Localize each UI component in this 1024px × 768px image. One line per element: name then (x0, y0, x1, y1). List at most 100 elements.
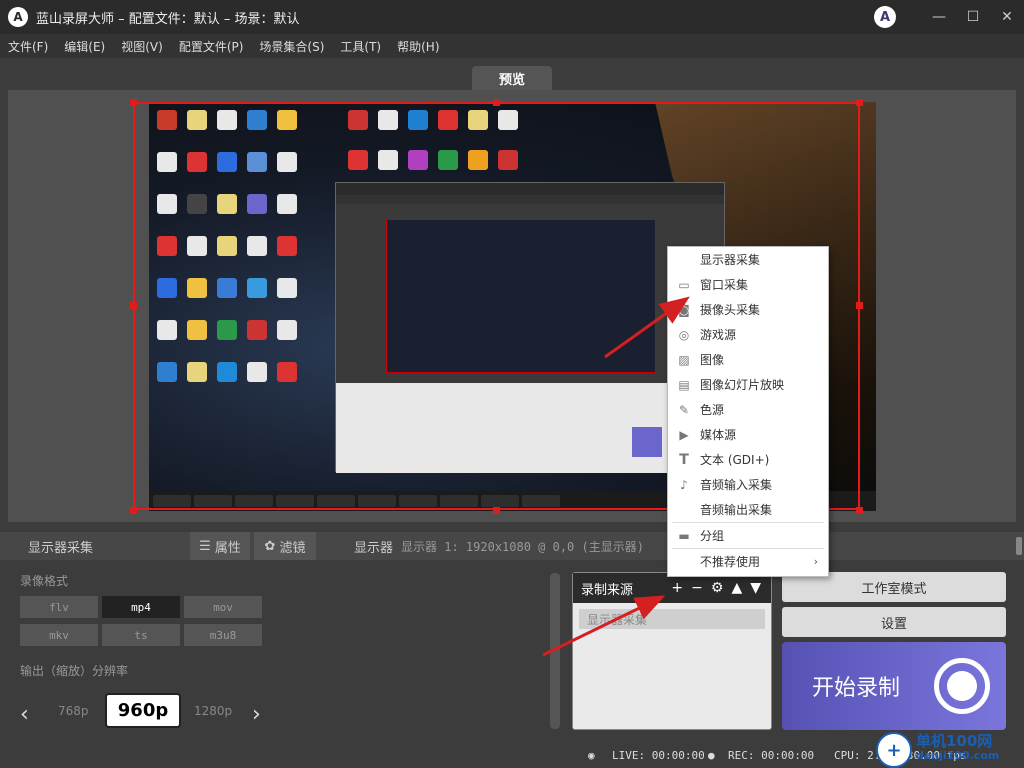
menu-edit[interactable]: 编辑(E) (56, 38, 113, 55)
resize-handle-top-left[interactable] (130, 99, 137, 106)
resolution-option-768p[interactable]: 768p (58, 704, 89, 718)
menu-item-label: 分组 (700, 529, 725, 543)
resolution-option-1280p[interactable]: 1280p (194, 704, 232, 718)
menu-item-media-source[interactable]: ▶ 媒体源 (668, 422, 828, 447)
minimize-button[interactable]: — (922, 0, 956, 34)
resize-handle-bottom[interactable] (493, 507, 500, 514)
properties-tab[interactable]: ☰ 属性 (190, 532, 250, 560)
menu-item-color-source[interactable]: ✎ 色源 (668, 397, 828, 422)
site-watermark: + 单机100网 danji100.com (872, 728, 1024, 768)
menu-view[interactable]: 视图(V) (113, 38, 171, 55)
menu-item-label: 图像 (700, 353, 725, 367)
remove-source-icon[interactable]: − (691, 580, 703, 596)
slideshow-icon: ▤ (678, 377, 690, 392)
start-recording-label: 开始录制 (812, 676, 901, 701)
blank-icon (676, 554, 692, 570)
resize-handle-bottom-left[interactable] (130, 507, 137, 514)
blank-icon (676, 252, 692, 268)
move-up-icon[interactable]: ▲ (731, 580, 742, 596)
window-icon: ▭ (678, 277, 690, 292)
format-flv-button[interactable]: flv (20, 596, 98, 618)
menu-item-label: 音频输出采集 (700, 503, 773, 517)
sources-header: 录制来源 + − ⚙ ▲ ▼ (573, 573, 771, 603)
menu-item-audio-output[interactable]: 音频输出采集 (668, 497, 828, 522)
resize-handle-top[interactable] (493, 99, 500, 106)
menu-item-label: 显示器采集 (700, 253, 761, 267)
menu-item-text-gdi[interactable]: T 文本 (GDI+) (668, 447, 828, 472)
menu-item-label: 媒体源 (700, 428, 737, 442)
blank-icon (676, 502, 692, 518)
menu-item-label: 游戏源 (700, 328, 737, 342)
menu-item-image-slideshow[interactable]: ▤ 图像幻灯片放映 (668, 372, 828, 397)
folder-icon: ▬ (678, 528, 690, 543)
settings-button[interactable]: 设置 (782, 607, 1006, 637)
chevron-right-icon[interactable]: › (252, 702, 261, 727)
gamepad-icon: ◎ (678, 327, 690, 342)
menu-item-audio-input[interactable]: ♪ 音频输入采集 (668, 472, 828, 497)
close-button[interactable]: ✕ (990, 0, 1024, 34)
gear-icon[interactable]: ⚙ (711, 580, 724, 596)
live-timer: LIVE: 00:00:00 (612, 749, 705, 762)
menu-item-game-source[interactable]: ◎ 游戏源 (668, 322, 828, 347)
add-source-context-menu: 显示器采集 ▭ 窗口采集 ◙ 摄像头采集 ◎ 游戏源 ▨ 图像 ▤ 图像幻灯片放… (667, 246, 829, 577)
resize-handle-left[interactable] (130, 302, 137, 309)
menu-item-label: 图像幻灯片放映 (700, 378, 785, 392)
watermark-text: 单机100网 (916, 732, 993, 750)
menu-item-camera-capture[interactable]: ◙ 摄像头采集 (668, 297, 828, 322)
menu-scene-collection[interactable]: 场景集合(S) (251, 38, 332, 55)
start-recording-button[interactable]: 开始录制 (782, 642, 1006, 730)
format-mkv-button[interactable]: mkv (20, 624, 98, 646)
resolution-label: 输出（缩放）分辨率 (20, 664, 129, 678)
watermark-url: danji100.com (916, 749, 1000, 762)
rec-dot-icon: ● (708, 749, 715, 762)
menu-profile[interactable]: 配置文件(P) (171, 38, 252, 55)
properties-label: 属性 (214, 540, 241, 556)
record-circle-icon (934, 658, 990, 714)
menu-tools[interactable]: 工具(T) (332, 38, 389, 55)
menu-item-label: 音频输入采集 (700, 478, 773, 492)
menu-bar: 文件(F) 编辑(E) 视图(V) 配置文件(P) 场景集合(S) 工具(T) … (0, 34, 1024, 58)
move-down-icon[interactable]: ▼ (750, 580, 761, 596)
maximize-button[interactable]: ☐ (956, 0, 990, 34)
add-source-icon[interactable]: + (671, 580, 683, 596)
filter-icon: ✿ (264, 538, 276, 554)
camera-icon: ◙ (678, 302, 690, 317)
chevron-left-icon[interactable]: ‹ (20, 702, 29, 727)
menu-item-deprecated[interactable]: 不推荐使用 › (668, 549, 828, 574)
record-format-label: 录像格式 (20, 574, 69, 588)
format-ts-button[interactable]: ts (102, 624, 180, 646)
menu-item-window-capture[interactable]: ▭ 窗口采集 (668, 272, 828, 297)
source-control-row: 显示器采集 ☰ 属性 ✿ 滤镜 显示器 显示器 1: 1920x1080 @ 0… (0, 532, 1024, 560)
sliders-icon: ☰ (199, 538, 211, 554)
window-title: 蓝山录屏大师 – 配置文件：默认 – 场景：默认 (36, 11, 300, 27)
sources-title: 录制来源 (581, 582, 634, 598)
menu-item-label: 窗口采集 (700, 278, 749, 292)
menu-item-label: 文本 (GDI+) (700, 453, 770, 467)
microphone-icon: ♪ (680, 477, 688, 492)
menu-item-display-capture[interactable]: 显示器采集 (668, 247, 828, 272)
format-mp4-button[interactable]: mp4 (102, 596, 180, 618)
source-list-item[interactable]: 显示器采集 (579, 609, 765, 629)
menu-item-image[interactable]: ▨ 图像 (668, 347, 828, 372)
menu-help[interactable]: 帮助(H) (389, 38, 447, 55)
format-mov-button[interactable]: mov (184, 596, 262, 618)
resolution-selected[interactable]: 960p (105, 693, 181, 728)
menu-file[interactable]: 文件(F) (0, 38, 56, 55)
filters-tab[interactable]: ✿ 滤镜 (254, 532, 316, 560)
preview-tab[interactable]: 预览 (472, 66, 552, 90)
display-select[interactable]: 显示器 1: 1920x1080 @ 0,0 (主显示器) (401, 538, 644, 555)
play-icon: ▶ (679, 427, 689, 442)
row-scroll-handle[interactable] (1016, 537, 1022, 555)
resize-handle-bottom-right[interactable] (856, 507, 863, 514)
brand-icon[interactable]: A (874, 6, 896, 28)
rec-timer: REC: 00:00:00 (728, 749, 815, 762)
menu-item-group[interactable]: ▬ 分组 (668, 523, 828, 548)
text-icon: T (679, 451, 689, 468)
panel-scrollbar[interactable] (550, 573, 560, 729)
menu-item-label: 色源 (700, 403, 725, 417)
app-logo-icon: A (8, 7, 28, 27)
submenu-arrow-icon: › (813, 555, 818, 568)
format-m3u8-button[interactable]: m3u8 (184, 624, 262, 646)
resize-handle-right[interactable] (856, 302, 863, 309)
resize-handle-top-right[interactable] (856, 99, 863, 106)
